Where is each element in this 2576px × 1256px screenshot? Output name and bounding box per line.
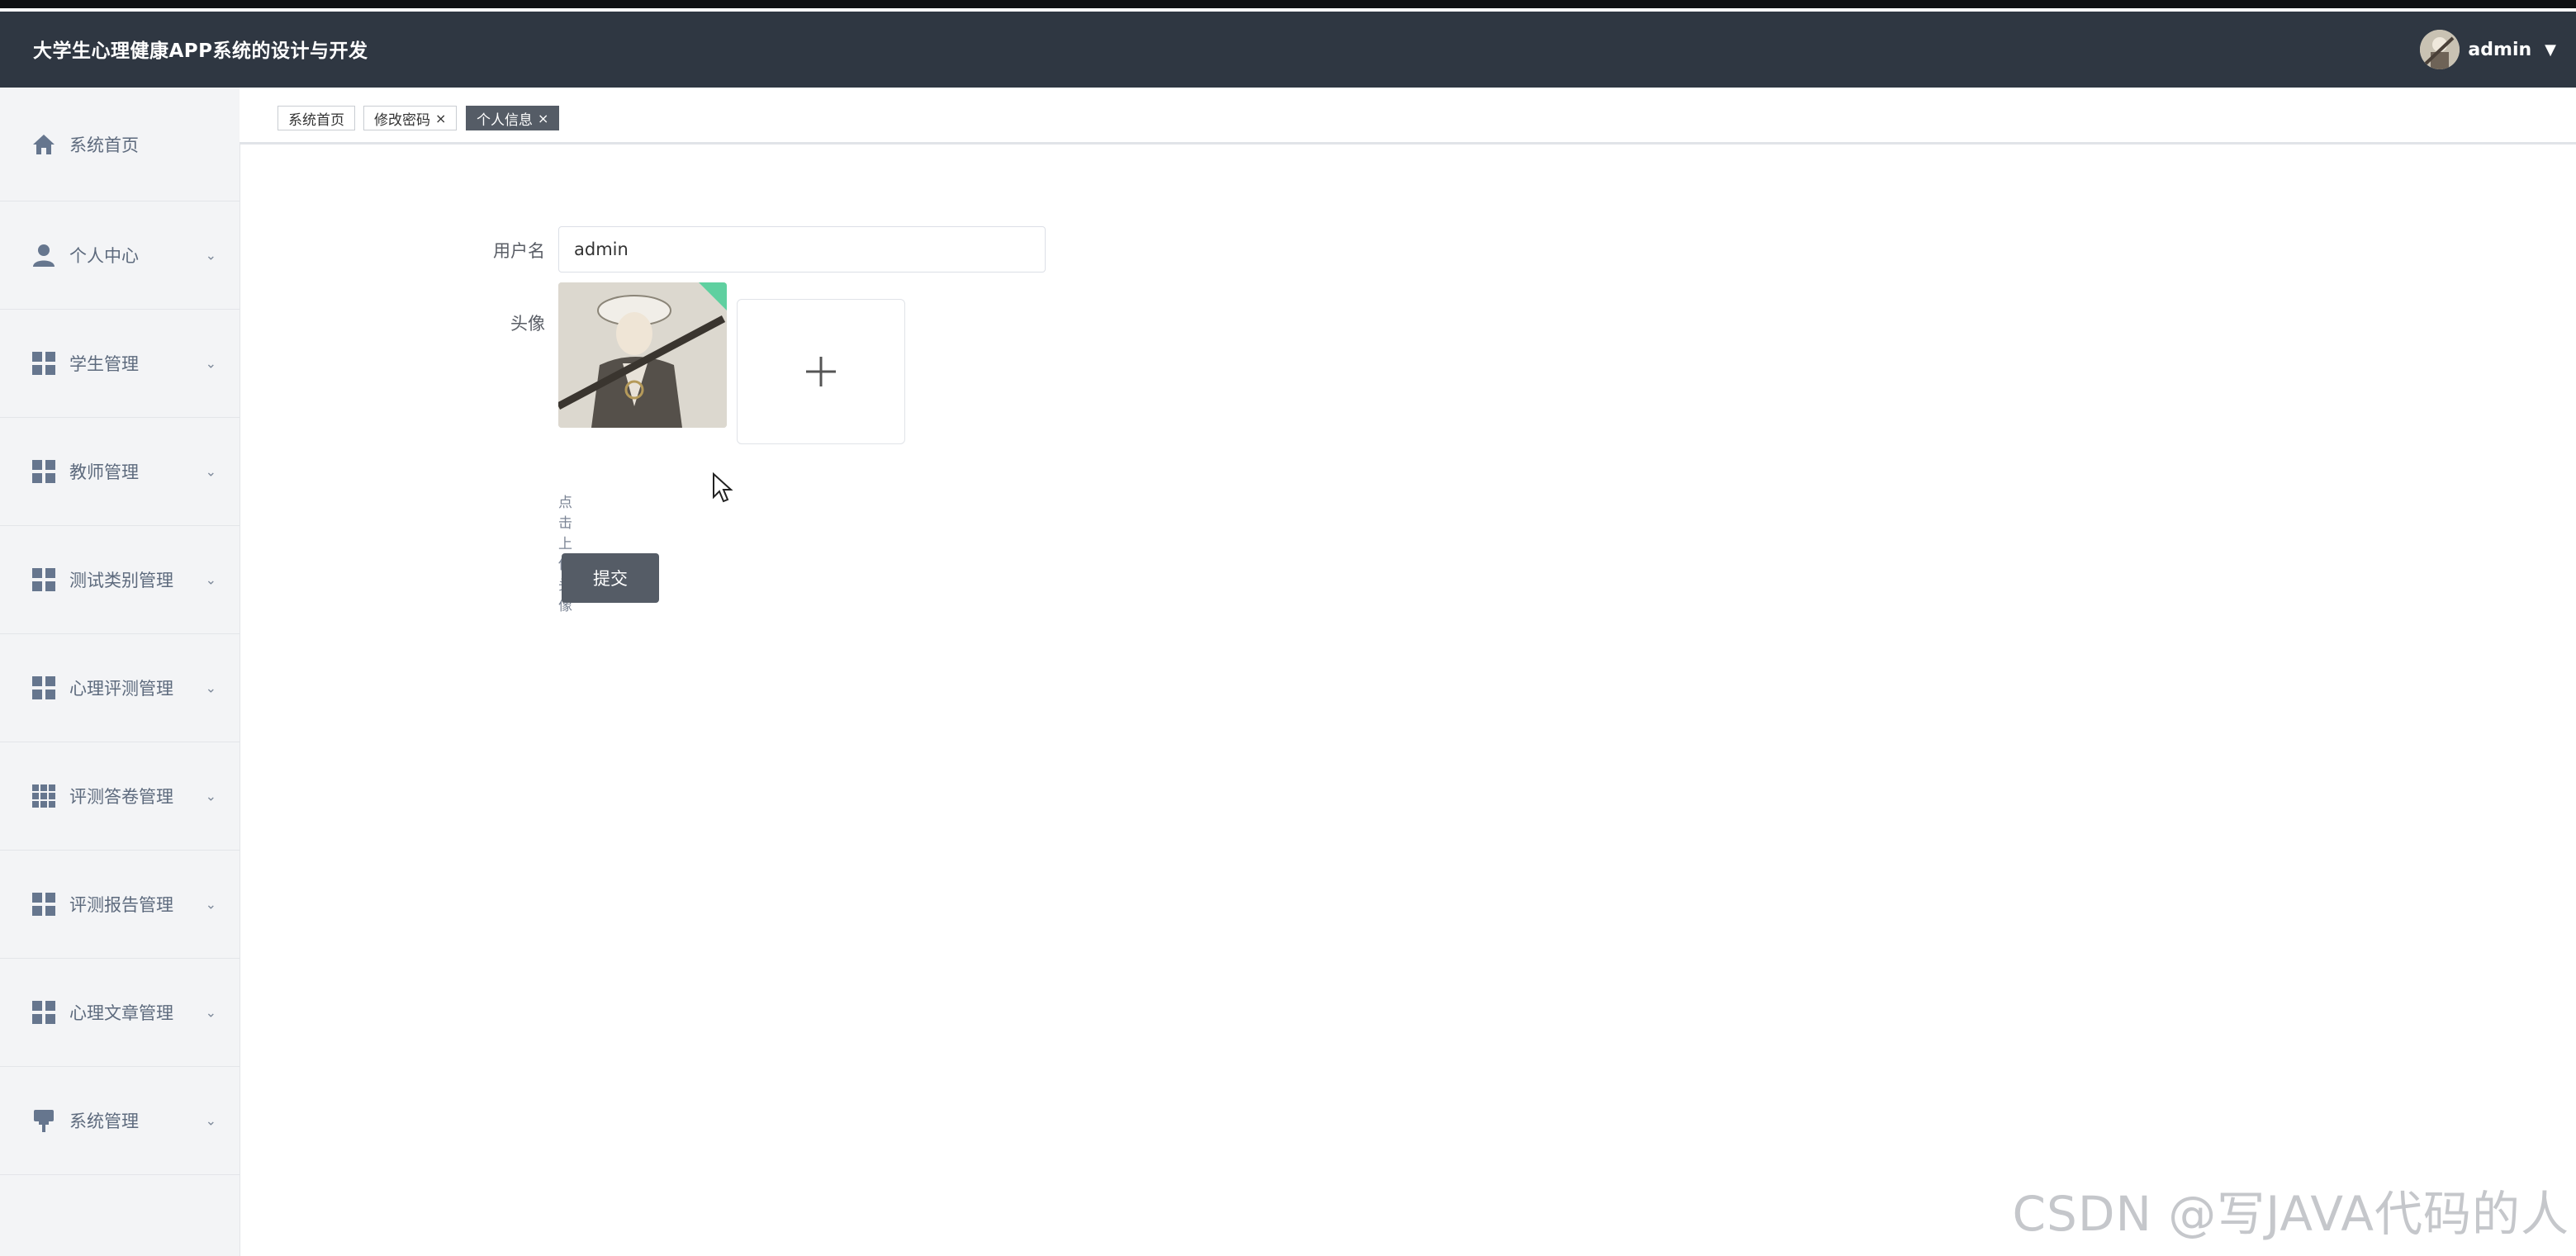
grid-icon <box>30 349 58 377</box>
grid-icon <box>30 674 58 702</box>
user-name[interactable]: admin <box>2468 40 2531 60</box>
plus-icon <box>806 357 836 386</box>
chevron-down-icon: ⌄ <box>205 355 216 372</box>
chevron-down-icon: ⌄ <box>205 463 216 480</box>
chevron-down-icon: ⌄ <box>205 680 216 696</box>
sidebar-item-label: 系统首页 <box>69 135 139 155</box>
sidebar-item-students[interactable]: 学生管理 ⌄ <box>0 310 240 418</box>
username-field[interactable]: admin <box>558 226 1046 273</box>
person-icon <box>30 241 58 269</box>
avatar-label: 头像 <box>510 314 545 334</box>
username-value: admin <box>574 239 629 259</box>
sidebar-item-articles[interactable]: 心理文章管理 ⌄ <box>0 959 240 1067</box>
sidebar-item-label: 心理评测管理 <box>69 679 173 699</box>
sidebar-item-system[interactable]: 系统管理 ⌄ <box>0 1067 240 1175</box>
brush-icon <box>30 1107 58 1135</box>
chevron-down-icon: ⌄ <box>205 1004 216 1021</box>
sidebar-item-label: 评测报告管理 <box>69 895 173 915</box>
sidebar-item-personal-center[interactable]: 个人中心 ⌄ <box>0 201 240 310</box>
sidebar-item-label: 测试类别管理 <box>69 571 173 590</box>
tabs-bar: 系统首页 修改密码 × 个人信息 × <box>240 88 2576 145</box>
sidebar-item-answer-sheets[interactable]: 评测答卷管理 ⌄ <box>0 742 240 851</box>
tab-label: 修改密码 <box>374 111 430 129</box>
app-header: 大学生心理健康APP系统的设计与开发 admin ▼ <box>0 12 2576 88</box>
window-top-strip <box>0 0 2576 12</box>
grid-icon <box>30 998 58 1026</box>
sidebar-item-label: 个人中心 <box>69 246 139 266</box>
tab-label: 系统首页 <box>288 111 344 129</box>
sidebar-item-teachers[interactable]: 教师管理 ⌄ <box>0 418 240 526</box>
avatar-upload-box[interactable] <box>737 299 905 444</box>
chevron-down-icon: ⌄ <box>205 1112 216 1129</box>
tab-label: 个人信息 <box>477 111 533 129</box>
sidebar-item-test-categories[interactable]: 测试类别管理 ⌄ <box>0 526 240 634</box>
tab-home[interactable]: 系统首页 <box>278 106 355 130</box>
username-label: 用户名 <box>493 241 545 261</box>
sidebar-item-label: 系统管理 <box>69 1111 139 1131</box>
sidebar-item-label: 教师管理 <box>69 462 139 482</box>
chevron-down-icon: ⌄ <box>205 571 216 588</box>
submit-button[interactable]: 提交 <box>562 553 659 603</box>
close-icon[interactable]: × <box>538 111 548 126</box>
chevron-down-icon: ⌄ <box>205 247 216 263</box>
avatar[interactable] <box>2420 30 2460 69</box>
sidebar-item-home[interactable]: 系统首页 <box>0 88 240 201</box>
sidebar-item-label: 评测答卷管理 <box>69 787 173 807</box>
sidebar-item-label: 心理文章管理 <box>69 1003 173 1023</box>
sidebar: 系统首页 个人中心 ⌄ 学生管理 ⌄ 教师管理 ⌄ 测试类别管理 ⌄ 心理评测管… <box>0 88 240 1256</box>
sidebar-item-reports[interactable]: 评测报告管理 ⌄ <box>0 851 240 959</box>
tab-change-password[interactable]: 修改密码 × <box>363 106 458 130</box>
app-title: 大学生心理健康APP系统的设计与开发 <box>33 40 368 62</box>
user-menu[interactable]: admin ▼ <box>2420 30 2556 69</box>
grid-icon <box>30 457 58 486</box>
grid-icon <box>30 566 58 594</box>
avatar-preview <box>558 282 727 428</box>
chevron-down-icon: ⌄ <box>205 896 216 912</box>
watermark: CSDN @写JAVA代码的人 <box>2012 1186 2569 1242</box>
caret-down-icon[interactable]: ▼ <box>2545 41 2556 59</box>
close-icon[interactable]: × <box>435 111 446 126</box>
home-icon <box>30 130 58 159</box>
tab-profile[interactable]: 个人信息 × <box>466 106 560 130</box>
sidebar-item-psych-assessments[interactable]: 心理评测管理 ⌄ <box>0 634 240 742</box>
grid9-icon <box>30 782 58 810</box>
sidebar-item-label: 学生管理 <box>69 354 139 374</box>
chevron-down-icon: ⌄ <box>205 788 216 804</box>
mouse-cursor-icon <box>713 472 733 503</box>
grid-icon <box>30 890 58 918</box>
